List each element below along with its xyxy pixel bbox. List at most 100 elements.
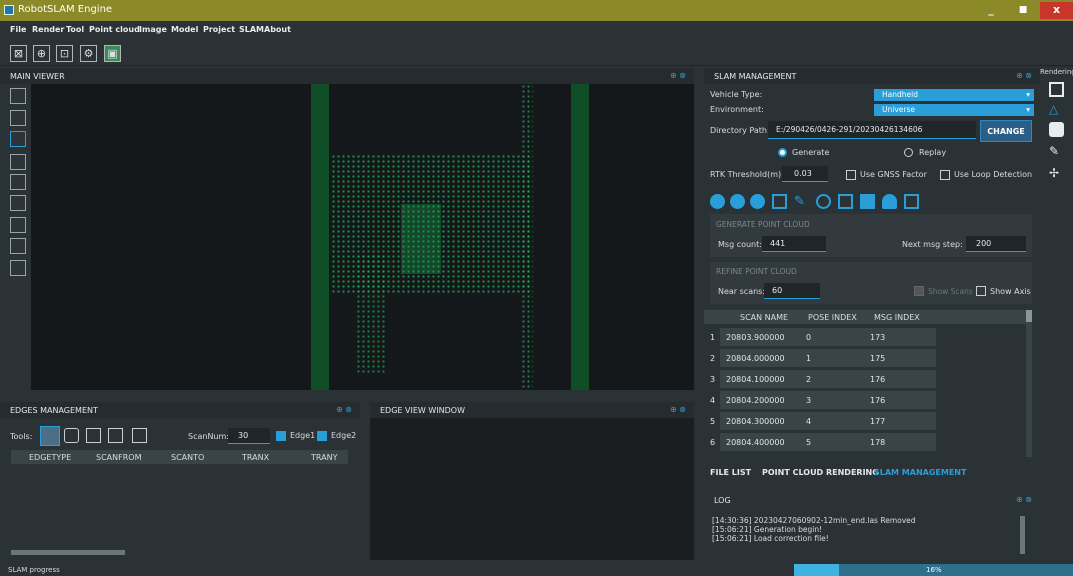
link-edge-icon[interactable] bbox=[132, 428, 147, 443]
table-row[interactable]: 4 20804.200000 3 176 bbox=[704, 391, 1026, 409]
delete-icon[interactable] bbox=[838, 194, 853, 209]
play-icon[interactable] bbox=[710, 194, 725, 209]
menu-model[interactable]: Model bbox=[171, 25, 198, 34]
table-scrollbar[interactable] bbox=[1026, 310, 1032, 457]
magic-wand-icon[interactable]: ✎ bbox=[794, 194, 809, 209]
environment-value: Universe bbox=[882, 105, 915, 114]
tab-point-cloud-rendering[interactable]: POINT CLOUD RENDERING bbox=[762, 468, 879, 477]
layers-icon[interactable] bbox=[1049, 82, 1064, 97]
horizontal-scrollbar[interactable] bbox=[11, 550, 125, 555]
point-cloud-road-right bbox=[571, 84, 589, 390]
panel-float-close-icon[interactable]: ⊕ ⊗ bbox=[670, 405, 686, 414]
table-row[interactable]: 1 20803.900000 0 173 bbox=[704, 328, 1026, 346]
edge1-checkbox[interactable] bbox=[276, 431, 286, 441]
cube-back-icon[interactable] bbox=[10, 174, 26, 190]
tree-icon[interactable]: △ bbox=[1049, 102, 1064, 117]
cube-right-icon[interactable] bbox=[10, 217, 26, 233]
replay-radio[interactable] bbox=[904, 148, 913, 157]
image-icon[interactable] bbox=[904, 194, 919, 209]
zoom-in-icon[interactable]: ⊕ bbox=[33, 45, 50, 62]
gnss-checkbox[interactable] bbox=[846, 170, 856, 180]
scan-name-cell: 20803.900000 bbox=[720, 328, 800, 346]
tab-slam-management[interactable]: SLAM MANAGEMENT bbox=[874, 468, 966, 477]
lasso-icon[interactable] bbox=[10, 131, 26, 147]
near-scans-input[interactable]: 60 bbox=[764, 283, 820, 299]
row-number: 2 bbox=[710, 354, 716, 363]
stop-icon[interactable] bbox=[750, 194, 765, 209]
cube-front-icon[interactable] bbox=[10, 154, 26, 170]
refine-group-title: REFINE POINT CLOUD bbox=[716, 267, 797, 276]
panel-float-close-icon[interactable]: ⊕ ⊗ bbox=[336, 405, 352, 414]
delete-edge-icon[interactable] bbox=[108, 428, 123, 443]
menu-slam[interactable]: SLAM bbox=[239, 25, 264, 34]
cube-bottom-icon[interactable] bbox=[10, 260, 26, 276]
slam-title: SLAM MANAGEMENT bbox=[714, 72, 797, 81]
menu-project[interactable]: Project bbox=[203, 25, 235, 34]
close-button[interactable]: x bbox=[1040, 2, 1073, 19]
scannum-input[interactable]: 30 bbox=[228, 428, 270, 444]
menu-image[interactable]: Image bbox=[139, 25, 167, 34]
menu-render[interactable]: Render bbox=[32, 25, 64, 34]
menu-file[interactable]: File bbox=[10, 25, 26, 34]
table-row[interactable]: 2 20804.000000 1 175 bbox=[704, 349, 1026, 367]
render-toggle-icon[interactable]: ▣ bbox=[104, 45, 121, 62]
rendering-title: Rendering bbox=[1040, 68, 1073, 76]
tab-file-list[interactable]: FILE LIST bbox=[710, 468, 751, 477]
tools-label: Tools: bbox=[10, 432, 33, 441]
panel-float-close-icon[interactable]: ⊕ ⊗ bbox=[1016, 71, 1032, 80]
directory-path-input[interactable]: E:/290426/0426-291/20230426134606 bbox=[768, 121, 976, 139]
settings-gear-icon[interactable]: ⚙ bbox=[80, 45, 97, 62]
menu-tool[interactable]: Tool bbox=[66, 25, 84, 34]
cube-left-icon[interactable] bbox=[10, 195, 26, 211]
row-number: 6 bbox=[710, 438, 716, 447]
row-number: 4 bbox=[710, 396, 716, 405]
table-row[interactable]: 3 20804.100000 2 176 bbox=[704, 370, 1026, 388]
cube-top-icon[interactable] bbox=[10, 238, 26, 254]
refresh-icon[interactable] bbox=[816, 194, 831, 209]
generate-radio[interactable] bbox=[778, 148, 787, 157]
vehicle-type-select[interactable]: Handheld ▾ bbox=[874, 89, 1034, 101]
main-viewer-header: MAIN VIEWER ⊕ ⊗ bbox=[0, 68, 694, 84]
edge1-label: Edge1 bbox=[290, 431, 316, 440]
user-icon[interactable] bbox=[882, 194, 897, 209]
msg-count-input[interactable]: 441 bbox=[762, 236, 826, 252]
expand-icon[interactable] bbox=[10, 110, 26, 126]
menu-about[interactable]: About bbox=[264, 25, 291, 34]
point-cloud-viewport[interactable] bbox=[31, 84, 694, 390]
add-edge-icon[interactable] bbox=[64, 428, 79, 443]
col-trany: TRANY bbox=[311, 453, 338, 462]
edge-view-canvas[interactable] bbox=[370, 418, 694, 560]
environment-select[interactable]: Universe ▾ bbox=[874, 104, 1034, 116]
brush-icon[interactable]: ✎ bbox=[1049, 144, 1064, 159]
cube-icon[interactable] bbox=[1049, 122, 1064, 137]
loop-detection-checkbox[interactable] bbox=[940, 170, 950, 180]
panel-float-close-icon[interactable]: ⊕ ⊗ bbox=[670, 71, 686, 80]
edges-table-header: EDGETYPE SCANFROM SCANTO TRANX TRANY bbox=[11, 450, 348, 464]
next-msg-step-input[interactable]: 200 bbox=[966, 236, 1026, 252]
grid-view-icon[interactable] bbox=[10, 88, 26, 104]
edge2-checkbox[interactable] bbox=[317, 431, 327, 441]
row-number: 1 bbox=[710, 333, 716, 342]
change-button[interactable]: CHANGE bbox=[980, 120, 1032, 142]
maximize-button[interactable]: ■ bbox=[1010, 2, 1036, 19]
monitor-icon[interactable] bbox=[860, 194, 875, 209]
table-scrollbar-thumb[interactable] bbox=[1026, 310, 1032, 322]
save-icon[interactable] bbox=[772, 194, 787, 209]
axis-icon[interactable]: ✢ bbox=[1049, 166, 1064, 181]
msg-index-cell: 173 bbox=[864, 328, 936, 346]
log-scrollbar[interactable] bbox=[1020, 516, 1025, 554]
select-tool-icon[interactable]: ⊠ bbox=[10, 45, 27, 62]
rtk-threshold-input[interactable]: 0.03 bbox=[782, 166, 828, 182]
edit-edge-icon[interactable] bbox=[86, 428, 101, 443]
select-edge-icon[interactable] bbox=[40, 426, 60, 446]
generate-group-title: GENERATE POINT CLOUD bbox=[716, 220, 810, 229]
table-row[interactable]: 6 20804.400000 5 178 bbox=[704, 433, 1026, 451]
panel-float-close-icon[interactable]: ⊕ ⊗ bbox=[1016, 495, 1032, 504]
minimize-button[interactable]: _ bbox=[978, 2, 1004, 19]
menu-point-cloud[interactable]: Point cloud bbox=[89, 25, 140, 34]
table-row[interactable]: 5 20804.300000 4 177 bbox=[704, 412, 1026, 430]
show-axis-checkbox[interactable] bbox=[976, 286, 986, 296]
zoom-fit-icon[interactable]: ⊡ bbox=[56, 45, 73, 62]
show-scans-checkbox[interactable] bbox=[914, 286, 924, 296]
pause-icon[interactable] bbox=[730, 194, 745, 209]
